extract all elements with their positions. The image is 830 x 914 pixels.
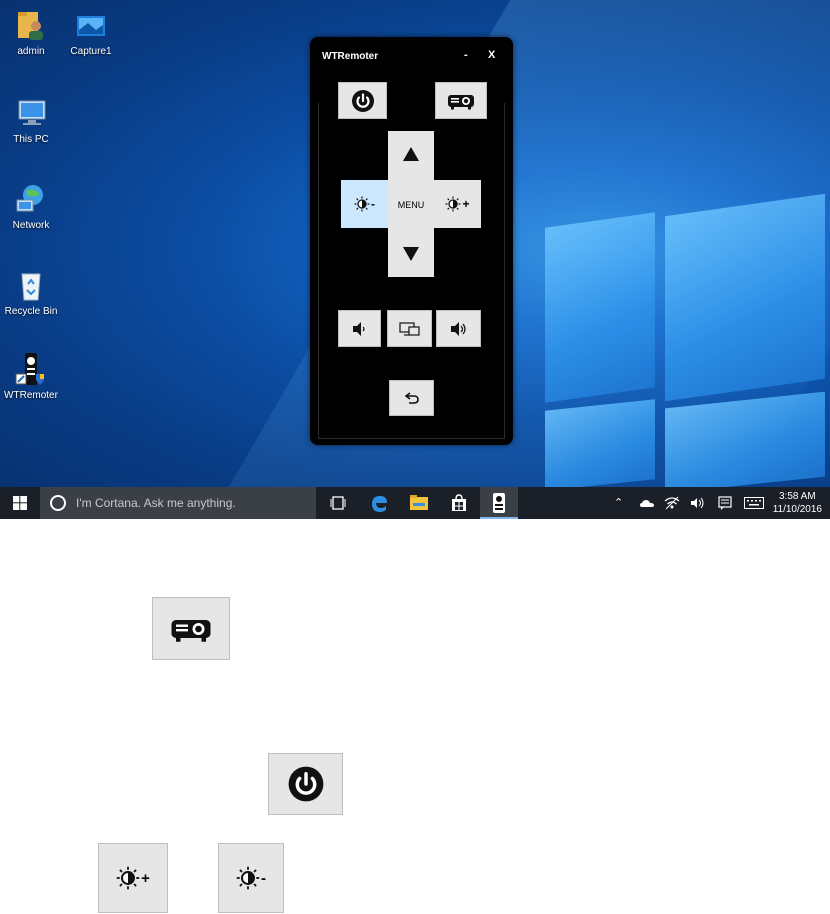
search-placeholder: I'm Cortana. Ask me anything. <box>76 496 236 510</box>
clock-date: 11/10/2016 <box>772 504 822 515</box>
volume-up-icon <box>450 321 466 336</box>
power-icon <box>288 766 323 802</box>
power-button[interactable] <box>338 82 387 119</box>
system-clock[interactable]: 3:58 AM 11/10/2016 <box>773 490 822 516</box>
desktop-icon-admin[interactable]: admin <box>0 8 63 57</box>
brightness-up-button-detail: + <box>98 843 168 913</box>
keyboard-icon[interactable] <box>744 497 764 509</box>
brightness-up-icon <box>116 866 140 890</box>
desktop-icon-this-pc[interactable]: This PC <box>0 96 63 145</box>
store-taskbar-button[interactable] <box>442 487 476 519</box>
wallpaper-pane <box>665 193 825 402</box>
desktop-icon-label: Capture1 <box>70 46 112 57</box>
show-hidden-icons-button[interactable]: ⌃ <box>614 496 623 509</box>
projector-icon <box>171 619 211 642</box>
desktop-icon-capture1[interactable]: Capture1 <box>59 8 123 57</box>
onedrive-icon[interactable] <box>640 498 654 508</box>
power-icon <box>351 89 374 112</box>
wtremoter-shortcut-icon <box>15 353 44 385</box>
wallpaper-pane <box>545 399 655 491</box>
folder-user-icon <box>18 12 43 40</box>
back-icon <box>404 392 419 404</box>
volume-down-button[interactable] <box>338 310 381 347</box>
wtremoter-taskbar-button[interactable] <box>480 487 518 519</box>
desktop-icon-wtremoter[interactable]: WTRemoter <box>0 352 63 401</box>
projector-button-detail <box>152 597 230 660</box>
menu-label: MENU <box>397 199 425 210</box>
brightness-minus-label: - <box>371 197 375 211</box>
brightness-down-button[interactable]: - <box>341 180 388 228</box>
file-explorer-taskbar-button[interactable] <box>402 487 436 519</box>
wallpaper-pane <box>665 391 825 494</box>
brightness-plus-label: + <box>462 197 470 211</box>
up-button[interactable] <box>388 131 434 177</box>
clock-time: 3:58 AM <box>778 491 816 502</box>
brightness-down-icon <box>236 866 260 890</box>
desktop-icon-label: WTRemoter <box>4 390 58 401</box>
desktop-icon-label: Network <box>12 220 50 231</box>
store-icon <box>452 494 466 511</box>
brightness-up-button[interactable]: + <box>434 180 481 228</box>
taskbar: I'm Cortana. Ask me anything. ⌃ 3:58 AM … <box>0 487 830 519</box>
network-icon <box>16 185 43 212</box>
brightness-down-icon <box>354 196 370 212</box>
arrow-up-icon <box>403 147 419 161</box>
wtremoter-app-icon <box>493 493 505 513</box>
cortana-icon <box>50 495 66 511</box>
window-title: WTRemoter <box>322 51 379 62</box>
brightness-minus-label: - <box>261 869 266 887</box>
cortana-search-box[interactable]: I'm Cortana. Ask me anything. <box>40 487 316 519</box>
volume-up-button[interactable] <box>436 310 481 347</box>
source-button[interactable] <box>387 310 432 347</box>
arrow-down-icon <box>403 247 419 261</box>
source-switch-icon <box>398 321 420 336</box>
wifi-icon[interactable] <box>664 496 680 510</box>
desktop-icon-label: Recycle Bin <box>4 306 58 317</box>
brightness-up-icon <box>445 196 461 212</box>
projector-button[interactable] <box>435 82 487 119</box>
desktop-icon-recycle-bin[interactable]: Recycle Bin <box>0 268 63 317</box>
task-view-button[interactable] <box>322 487 354 519</box>
image-file-icon <box>77 16 105 36</box>
speaker-icon[interactable] <box>690 497 706 509</box>
windows-logo-icon <box>13 496 27 510</box>
task-view-icon <box>330 496 346 510</box>
desktop-icon-label: This PC <box>13 134 49 145</box>
close-button[interactable]: X <box>488 49 495 61</box>
start-button[interactable] <box>0 487 40 519</box>
volume-down-icon <box>352 321 365 336</box>
edge-icon <box>372 496 387 512</box>
minimize-button[interactable]: - <box>464 49 468 61</box>
projector-icon <box>448 94 474 109</box>
down-button[interactable] <box>388 231 434 277</box>
wallpaper-pane <box>545 212 655 403</box>
computer-icon <box>18 100 46 125</box>
desktop-icon-label: admin <box>17 46 45 57</box>
brightness-plus-label: + <box>141 869 150 887</box>
action-center-icon[interactable] <box>718 496 732 510</box>
desktop-screenshot: admin Capture1 This PC Network Recycle B… <box>0 0 830 519</box>
brightness-down-button-detail: - <box>218 843 284 913</box>
back-button[interactable] <box>389 380 434 416</box>
edge-taskbar-button[interactable] <box>362 487 396 519</box>
power-button-detail <box>268 753 343 815</box>
wtremoter-window: WTRemoter - X + - MENU <box>310 37 513 445</box>
desktop-icon-network[interactable]: Network <box>0 182 63 231</box>
folder-icon <box>410 495 428 510</box>
recycle-bin-icon <box>21 273 41 301</box>
menu-button[interactable]: MENU <box>388 182 434 227</box>
